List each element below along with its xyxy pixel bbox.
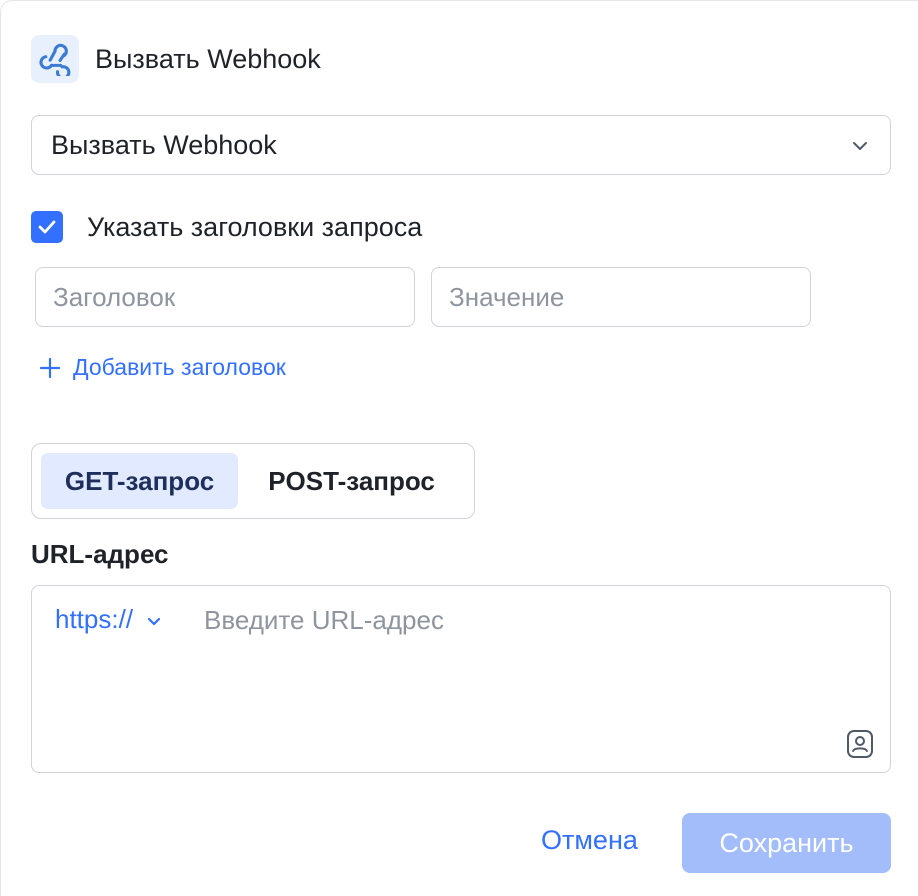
url-label: URL-адрес [31, 539, 169, 569]
dialog-header: Вызвать Webhook [31, 35, 321, 83]
headers-checkbox[interactable] [31, 211, 63, 243]
url-field: https:// [31, 585, 891, 773]
cancel-button[interactable]: Отмена [541, 825, 638, 856]
save-button[interactable]: Сохранить [682, 813, 891, 873]
action-select-value: Вызвать Webhook [51, 129, 277, 160]
header-value-input[interactable] [431, 267, 811, 327]
tab-post-request[interactable]: POST-запрос [238, 453, 465, 509]
header-key-input[interactable] [35, 267, 415, 327]
tab-get-request[interactable]: GET-запрос [41, 453, 239, 509]
headers-checkbox-label: Указать заголовки запроса [87, 211, 423, 242]
webhook-dialog: Вызвать Webhook Вызвать Webhook Указать … [0, 0, 918, 896]
dialog-title: Вызвать Webhook [95, 43, 321, 74]
contact-card-icon[interactable] [844, 728, 876, 760]
add-header-link[interactable]: Добавить заголовок [39, 354, 286, 381]
plus-icon [39, 357, 61, 378]
add-header-label: Добавить заголовок [73, 354, 286, 380]
url-input[interactable] [204, 598, 844, 642]
webhook-icon [31, 35, 79, 83]
method-tabs: GET-запрос POST-запрос [31, 443, 475, 519]
chevron-down-icon [147, 617, 161, 625]
protocol-value: https:// [55, 604, 134, 634]
headers-toggle-row: Указать заголовки запроса [31, 210, 422, 244]
action-select[interactable]: Вызвать Webhook [31, 115, 891, 175]
protocol-select[interactable]: https:// [55, 604, 163, 635]
checkmark-icon [38, 220, 56, 234]
chevron-down-icon [853, 142, 867, 150]
